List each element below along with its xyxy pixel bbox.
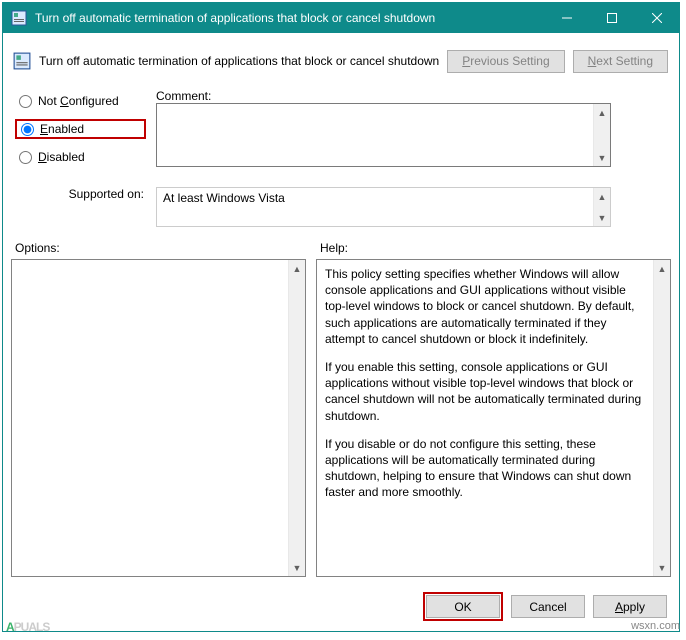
options-label: Options:: [11, 241, 306, 255]
header-row: Turn off automatic termination of applic…: [11, 41, 671, 81]
state-radios: Not ConfiguredNot Configured EnabledEnab…: [11, 87, 146, 179]
next-setting-button[interactable]: Next SettingNext Setting: [573, 50, 668, 73]
help-paragraph: If you enable this setting, console appl…: [325, 359, 645, 424]
titlebar[interactable]: Turn off automatic termination of applic…: [3, 3, 679, 33]
cancel-button[interactable]: Cancel: [511, 595, 585, 618]
comment-scrollbar[interactable]: ▲ ▼: [593, 104, 610, 166]
help-paragraph: If you disable or do not configure this …: [325, 436, 645, 501]
comment-text[interactable]: [157, 104, 593, 166]
scroll-up-icon[interactable]: ▲: [594, 104, 610, 121]
radio-disabled-label: DisabledDisabled: [38, 150, 85, 164]
policy-icon: [11, 10, 27, 26]
radio-not-configured[interactable]: Not ConfiguredNot Configured: [15, 91, 146, 111]
panels-row: ▲ ▼ This policy setting specifies whethe…: [11, 259, 671, 577]
supported-scrollbar[interactable]: ▲ ▼: [593, 188, 610, 226]
scroll-down-icon[interactable]: ▼: [594, 209, 610, 226]
options-scrollbar[interactable]: ▲ ▼: [288, 260, 305, 576]
maximize-button[interactable]: [589, 3, 634, 33]
policy-icon: [13, 52, 31, 70]
scroll-down-icon[interactable]: ▼: [654, 559, 670, 576]
radio-enabled-input[interactable]: [21, 123, 34, 136]
dialog-buttons: OK Cancel ApplyApply: [423, 592, 667, 621]
supported-box: At least Windows Vista ▲ ▼: [156, 187, 611, 227]
apply-button[interactable]: ApplyApply: [593, 595, 667, 618]
scroll-up-icon[interactable]: ▲: [289, 260, 305, 277]
radio-enabled[interactable]: EnabledEnabled: [15, 119, 146, 139]
previous-setting-button[interactable]: PPrevious Settingrevious Setting: [447, 50, 564, 73]
config-row: Not ConfiguredNot Configured EnabledEnab…: [11, 87, 671, 179]
scroll-up-icon[interactable]: ▲: [654, 260, 670, 277]
radio-not-configured-input[interactable]: [19, 95, 32, 108]
radio-disabled[interactable]: DisabledDisabled: [15, 147, 146, 167]
radio-enabled-label: EnabledEnabled: [40, 122, 84, 136]
scroll-up-icon[interactable]: ▲: [594, 188, 610, 205]
help-paragraph: This policy setting specifies whether Wi…: [325, 266, 645, 347]
close-button[interactable]: [634, 3, 679, 33]
ok-highlight: OK: [423, 592, 503, 621]
help-text: This policy setting specifies whether Wi…: [317, 260, 653, 576]
help-label: Help:: [316, 241, 671, 255]
panel-labels: Options: Help:: [11, 241, 671, 255]
scroll-down-icon[interactable]: ▼: [594, 149, 610, 166]
options-content: [12, 260, 288, 576]
supported-label: Supported on:: [11, 187, 146, 227]
policy-title: Turn off automatic termination of applic…: [39, 54, 439, 68]
help-panel: This policy setting specifies whether Wi…: [316, 259, 671, 577]
help-scrollbar[interactable]: ▲ ▼: [653, 260, 670, 576]
supported-row: Supported on: At least Windows Vista ▲ ▼: [11, 187, 671, 227]
comment-area: Comment: ▲ ▼: [156, 87, 671, 179]
radio-not-configured-label: Not ConfiguredNot Configured: [38, 94, 119, 108]
comment-label: Comment:: [156, 87, 216, 103]
client-area: Turn off automatic termination of applic…: [3, 33, 679, 631]
options-panel: ▲ ▼: [11, 259, 306, 577]
window-title: Turn off automatic termination of applic…: [35, 11, 544, 25]
ok-button[interactable]: OK: [426, 595, 500, 618]
window-controls: [544, 3, 679, 33]
scroll-down-icon[interactable]: ▼: [289, 559, 305, 576]
dialog-window: Turn off automatic termination of applic…: [2, 2, 680, 632]
comment-input[interactable]: ▲ ▼: [156, 103, 611, 167]
radio-disabled-input[interactable]: [19, 151, 32, 164]
supported-text: At least Windows Vista: [157, 188, 593, 226]
minimize-button[interactable]: [544, 3, 589, 33]
